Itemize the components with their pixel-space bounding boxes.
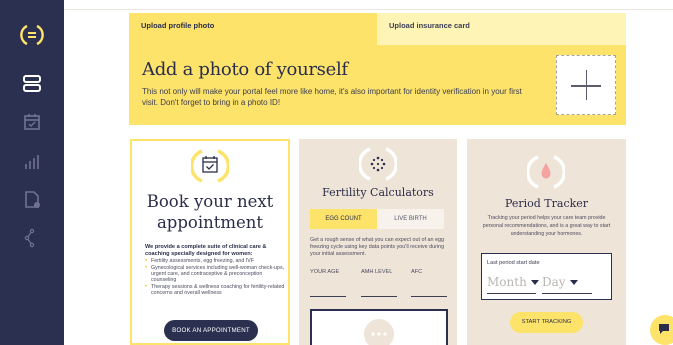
- period-title: Period Tracker: [504, 197, 589, 210]
- calendar-check-icon: [189, 147, 231, 185]
- tab-upload-insurance-card[interactable]: Upload insurance card: [377, 13, 626, 45]
- chat-button[interactable]: [650, 315, 673, 345]
- menu-logo-icon[interactable]: [20, 23, 44, 47]
- period-description: Tracking your period helps your care tea…: [482, 215, 611, 237]
- services-list: Fertility assessments, egg freezing, and…: [145, 258, 285, 297]
- photo-banner: Add a photo of yourself This not only wi…: [129, 45, 626, 125]
- sidebar: [0, 0, 64, 345]
- appointment-intro: We provide a complete suite of clinical …: [145, 244, 267, 257]
- afc-input[interactable]: [411, 296, 447, 297]
- tab-live-birth[interactable]: LIVE BIRTH: [377, 209, 444, 229]
- egg-icon: [357, 145, 399, 183]
- period-date-form: Last period start date Month Day: [481, 253, 612, 300]
- afc-label: AFC: [411, 269, 423, 275]
- fertility-title: Fertility Calculators: [322, 186, 434, 199]
- dashboard-icon[interactable]: [20, 72, 44, 96]
- day-placeholder: Day: [542, 275, 566, 289]
- banner-description: This not only will make your portal feel…: [142, 87, 522, 107]
- month-placeholder: Month: [487, 275, 527, 289]
- document-icon[interactable]: [20, 188, 44, 212]
- amh-label: AMH LEVEL: [361, 269, 393, 275]
- month-underline: [487, 293, 536, 294]
- chevron-down-icon: [569, 280, 578, 285]
- banner-title: Add a photo of yourself: [142, 59, 348, 80]
- chart-icon[interactable]: [20, 150, 44, 174]
- header-divider: [64, 9, 673, 10]
- month-select[interactable]: Month: [487, 275, 539, 289]
- chat-icon: [659, 324, 669, 334]
- fertility-description: Get a rough sense of what you can expect…: [310, 237, 445, 257]
- appointment-title: Book your next appointment: [146, 192, 274, 232]
- age-input[interactable]: [310, 296, 346, 297]
- period-tracker-card: Period Tracker Tracking your period help…: [467, 139, 626, 345]
- fertility-result-panel: [310, 309, 448, 345]
- calendar-icon[interactable]: [20, 110, 44, 134]
- fertility-calculator-card: Fertility Calculators EGG COUNT LIVE BIR…: [299, 139, 457, 345]
- loading-dots-icon: [364, 319, 394, 345]
- appointment-card: Book your next appointment We provide a …: [130, 139, 290, 345]
- list-item: Gynecological services including well-wo…: [145, 265, 285, 284]
- day-underline: [542, 293, 592, 294]
- amh-input[interactable]: [361, 296, 397, 297]
- list-item: Therapy sessions & wellness coaching for…: [145, 284, 285, 297]
- photo-upload-button[interactable]: [556, 55, 616, 115]
- period-date-label: Last period start date: [487, 260, 540, 266]
- tab-upload-profile-photo[interactable]: Upload profile photo: [129, 13, 377, 45]
- age-label: YOUR AGE: [310, 269, 340, 275]
- network-icon[interactable]: [20, 226, 44, 250]
- start-tracking-button[interactable]: START TRACKING: [510, 312, 583, 333]
- list-item: Fertility assessments, egg freezing, and…: [145, 258, 285, 265]
- chevron-down-icon: [530, 280, 539, 285]
- drop-icon: [525, 153, 567, 191]
- plus-icon-vertical: [585, 70, 587, 100]
- book-appointment-button[interactable]: BOOK AN APPOINTMENT: [164, 320, 258, 341]
- day-select[interactable]: Day: [542, 275, 578, 289]
- tab-egg-count[interactable]: EGG COUNT: [310, 209, 377, 229]
